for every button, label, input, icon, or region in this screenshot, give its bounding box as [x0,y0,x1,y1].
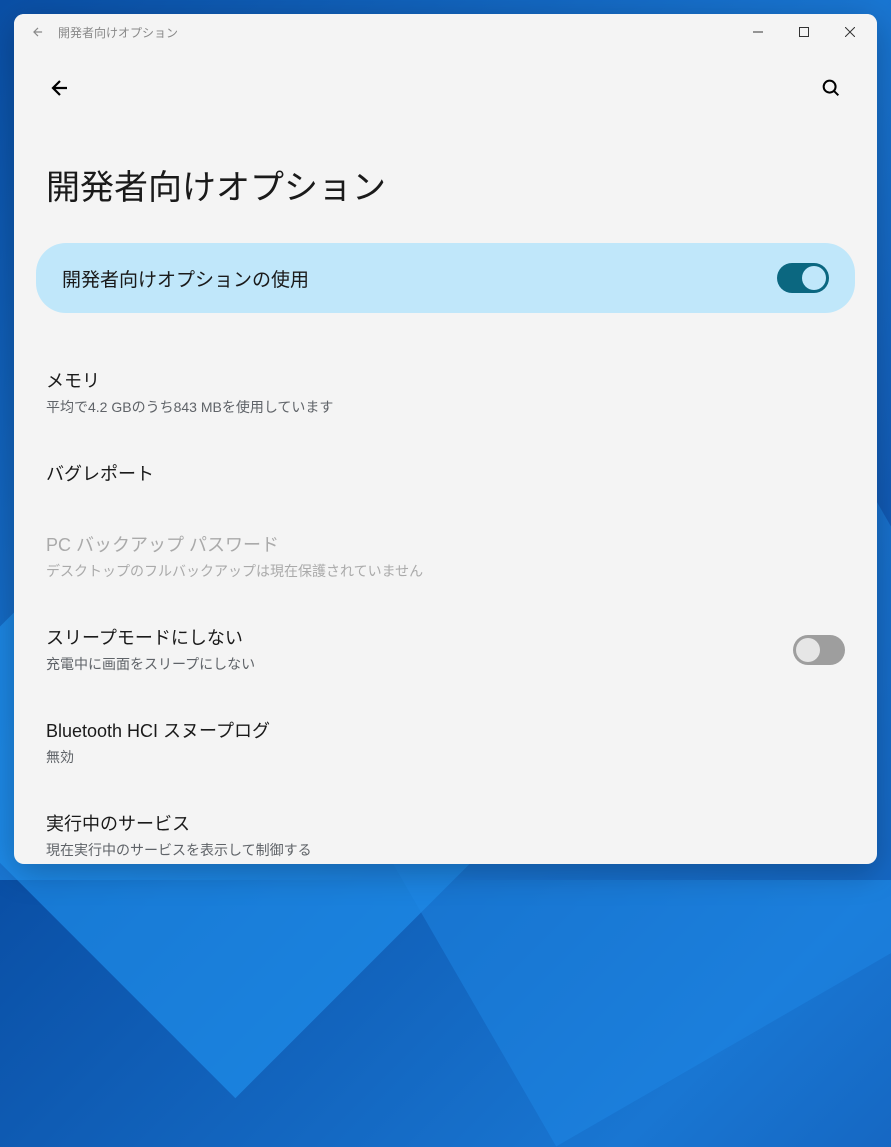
developer-options-label: 開発者向けオプションの使用 [62,265,309,292]
row-memory-sub: 平均で4.2 GBのうち843 MBを使用しています [46,397,845,417]
row-bluetooth-sub: 無効 [46,747,845,767]
search-button[interactable] [813,70,849,106]
row-running-services[interactable]: 実行中のサービス 現在実行中のサービスを表示して制御する [46,796,845,864]
row-bluetooth-hci[interactable]: Bluetooth HCI スヌープログ 無効 [46,703,845,782]
row-services-title: 実行中のサービス [46,811,845,838]
titlebar: 開発者向けオプション [14,14,877,50]
close-button[interactable] [827,16,873,48]
developer-options-toggle-row[interactable]: 開発者向けオプションの使用 [36,243,855,313]
row-stay-awake[interactable]: スリープモードにしない 充電中に画面をスリープにしない [46,610,845,689]
stay-awake-toggle[interactable] [793,635,845,665]
appbar [14,50,877,116]
minimize-button[interactable] [735,16,781,48]
back-button[interactable] [42,70,78,106]
row-backup-sub: デスクトップのフルバックアップは現在保護されていません [46,561,845,581]
row-services-sub: 現在実行中のサービスを表示して制御する [46,840,845,860]
page-title: 開発者向けオプション [14,116,877,243]
titlebar-title: 開発者向けオプション [58,24,178,41]
content-scroll[interactable]: 開発者向けオプション 開発者向けオプションの使用 メモリ 平均で4.2 GBのう… [14,50,877,864]
row-bluetooth-title: Bluetooth HCI スヌープログ [46,718,845,745]
row-stay-awake-sub: 充電中に画面をスリープにしない [46,654,793,674]
maximize-button[interactable] [781,16,827,48]
row-memory-title: メモリ [46,368,845,395]
row-bugreport[interactable]: バグレポート [46,446,845,503]
row-stay-awake-title: スリープモードにしない [46,625,793,652]
app-window: 開発者向けオプション [14,14,877,864]
titlebar-back-button[interactable] [26,20,50,44]
row-memory[interactable]: メモリ 平均で4.2 GBのうち843 MBを使用しています [46,353,845,432]
developer-options-toggle[interactable] [777,263,829,293]
row-backup-password: PC バックアップ パスワード デスクトップのフルバックアップは現在保護されてい… [46,517,845,596]
row-backup-title: PC バックアップ パスワード [46,532,845,559]
row-bugreport-title: バグレポート [46,461,845,488]
